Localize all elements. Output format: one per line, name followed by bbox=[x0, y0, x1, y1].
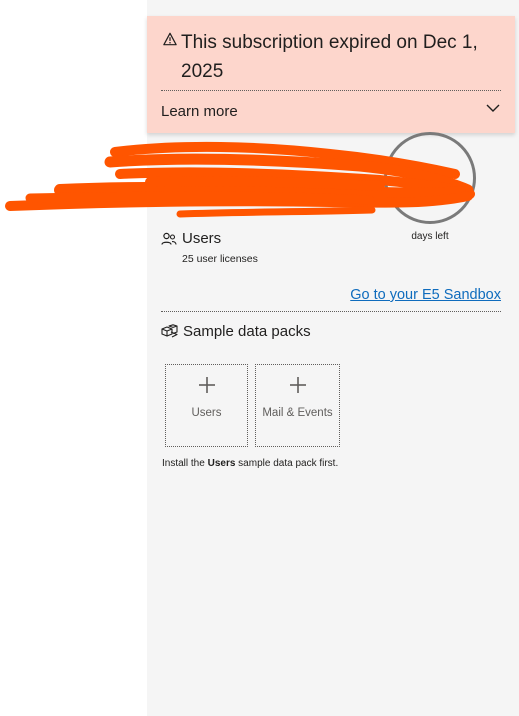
add-users-pack-button[interactable]: Users bbox=[165, 364, 248, 447]
packages-icon bbox=[161, 324, 178, 338]
days-left-label: days left bbox=[411, 231, 449, 242]
days-left-value: 0 bbox=[421, 161, 439, 194]
install-note-bold: Users bbox=[207, 458, 236, 469]
chevron-down-icon[interactable] bbox=[485, 100, 501, 116]
banner-divider bbox=[161, 90, 501, 91]
install-note: Install the Users sample data pack first… bbox=[162, 458, 338, 469]
users-heading-label: Users bbox=[182, 230, 222, 247]
users-heading: Users bbox=[161, 230, 221, 247]
e5-sandbox-link[interactable]: Go to your E5 Sandbox bbox=[350, 287, 501, 303]
pack-label: Users bbox=[191, 407, 222, 419]
install-note-prefix: Install the bbox=[162, 458, 208, 469]
user-licenses-count: 25 user licenses bbox=[182, 253, 258, 265]
users-icon bbox=[161, 232, 177, 245]
pack-label: Mail & Events bbox=[262, 407, 333, 419]
sample-data-heading: Sample data packs bbox=[161, 323, 311, 340]
days-left-ring: 0 bbox=[384, 132, 476, 224]
install-note-suffix: sample data pack first. bbox=[235, 458, 339, 469]
learn-more-button[interactable]: Learn more bbox=[161, 103, 238, 120]
plus-icon bbox=[166, 375, 247, 399]
expiry-banner: This subscription expired on Dec 1, 2025… bbox=[147, 16, 515, 133]
add-mail-events-pack-button[interactable]: Mail & Events bbox=[255, 364, 340, 447]
warning-icon bbox=[163, 32, 177, 46]
expiry-message: This subscription expired on Dec 1, 2025 bbox=[181, 32, 478, 82]
plus-icon bbox=[256, 375, 339, 399]
section-divider bbox=[161, 311, 501, 312]
sample-data-heading-label: Sample data packs bbox=[183, 323, 311, 340]
